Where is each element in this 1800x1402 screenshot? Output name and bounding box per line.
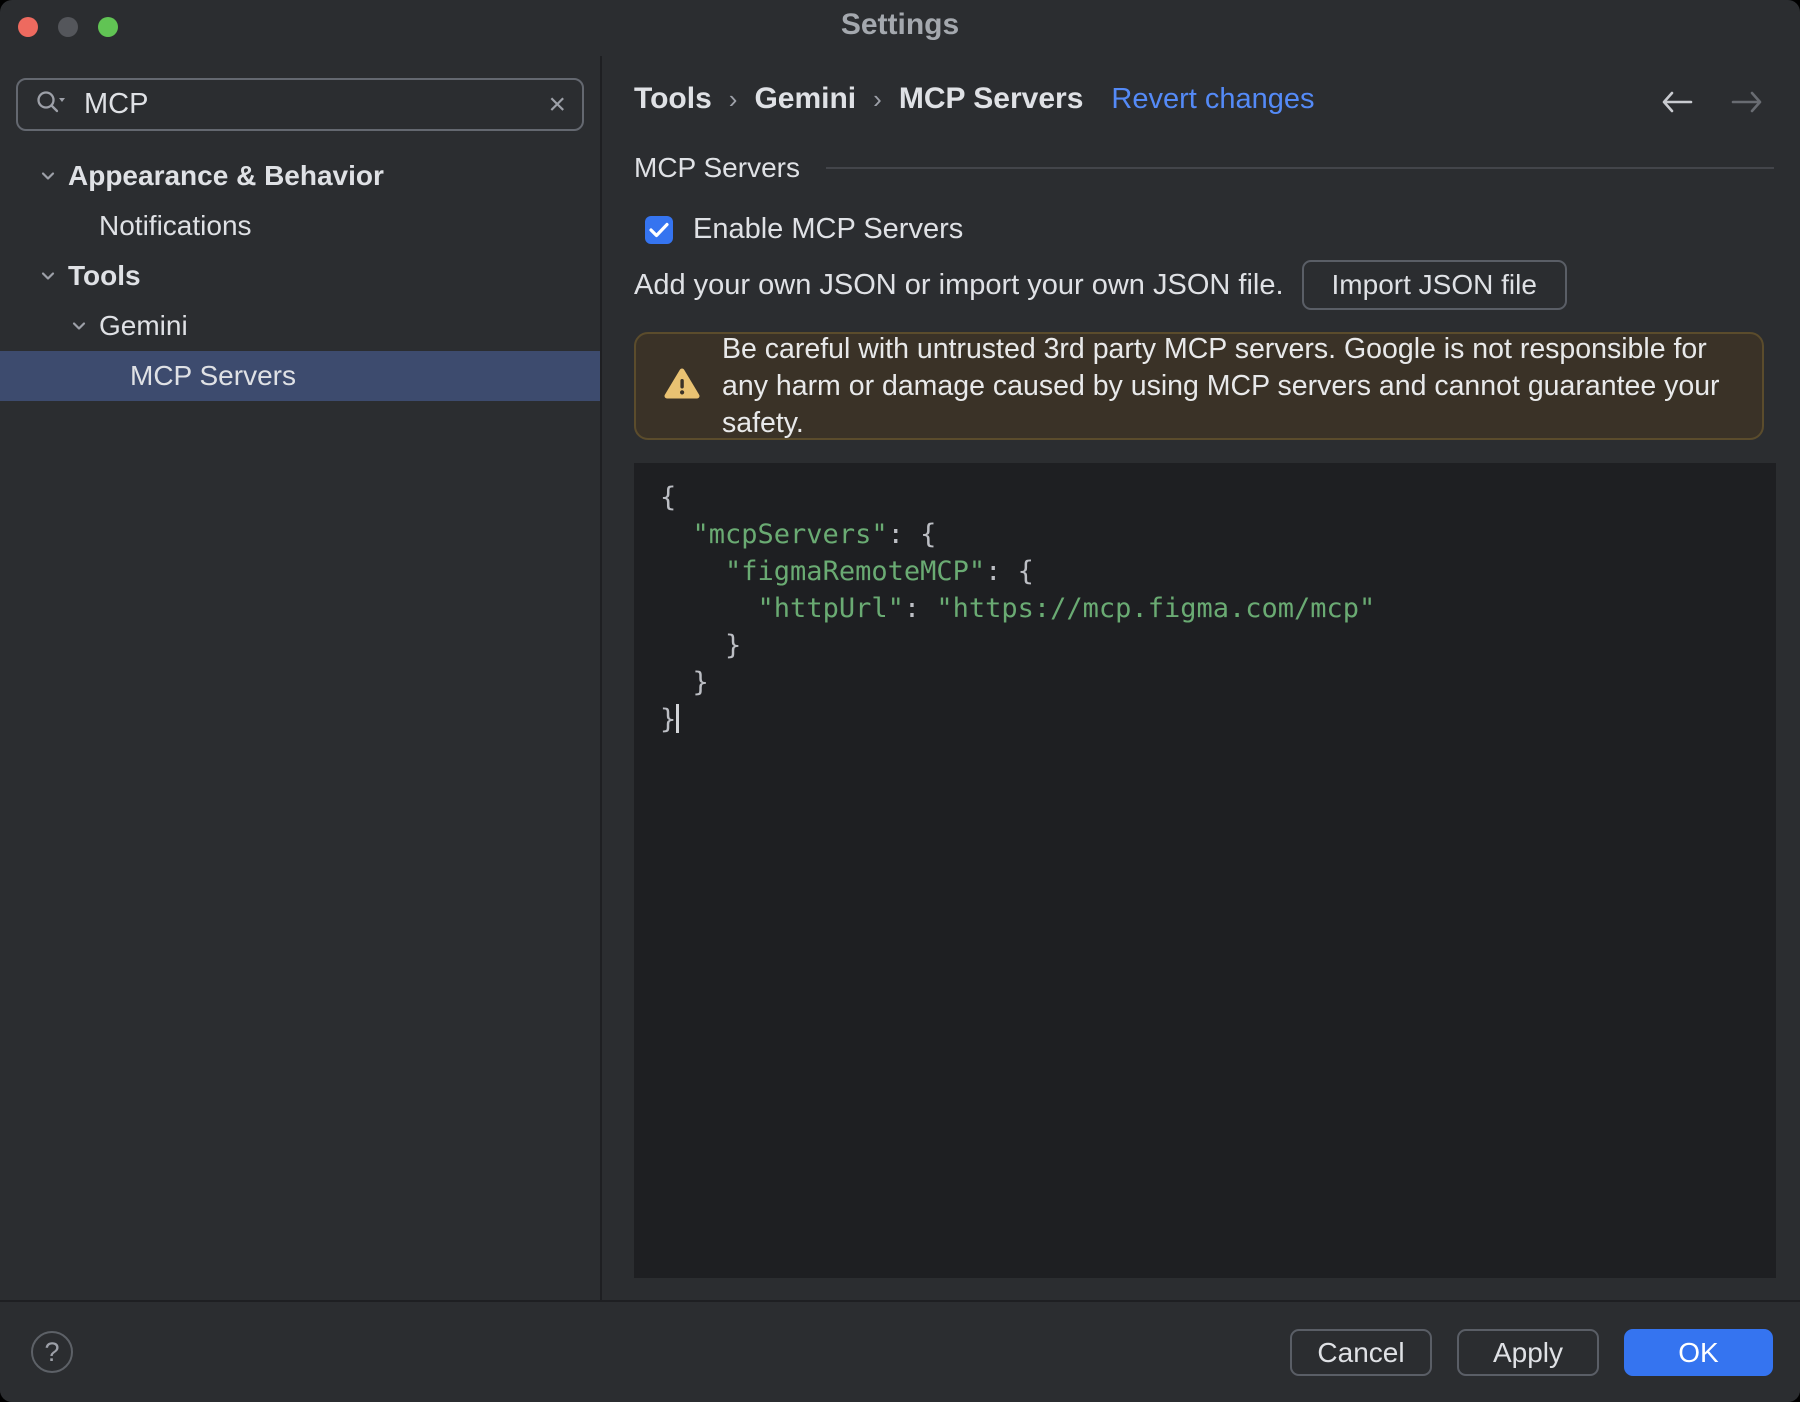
sidebar-item-label: Gemini — [99, 310, 188, 341]
settings-window: Settings × Appearance & Behavior Notifica… — [0, 0, 1800, 1402]
code-line: "mcpServers": { — [692, 519, 937, 550]
clear-search-icon[interactable]: × — [548, 89, 566, 120]
help-icon[interactable]: ? — [31, 1331, 73, 1373]
breadcrumb-tools[interactable]: Tools — [634, 82, 712, 116]
back-arrow-icon[interactable] — [1658, 86, 1698, 125]
sidebar-item-notifications[interactable]: Notifications — [0, 201, 600, 251]
warning-icon — [664, 368, 700, 405]
history-nav — [1658, 86, 1766, 125]
apply-button[interactable]: Apply — [1457, 1329, 1599, 1376]
breadcrumb-gemini[interactable]: Gemini — [754, 82, 856, 116]
titlebar: Settings — [0, 0, 1800, 56]
code-line: } — [660, 630, 742, 661]
cancel-button[interactable]: Cancel — [1290, 1329, 1432, 1376]
sidebar-item-tools[interactable]: Tools — [0, 251, 600, 301]
breadcrumb-separator-icon: › — [873, 83, 882, 114]
json-editor[interactable]: { "mcpServers": { "figmaRemoteMCP": { "h… — [634, 463, 1776, 1278]
sidebar-item-label: Notifications — [99, 210, 252, 241]
revert-changes-link[interactable]: Revert changes — [1111, 83, 1314, 116]
code-line: } — [660, 701, 1776, 738]
code-line: { — [660, 482, 677, 513]
warning-text: Be careful with untrusted 3rd party MCP … — [722, 332, 1720, 439]
settings-sidebar: × Appearance & Behavior Notifications Tool… — [0, 56, 602, 1300]
sidebar-item-label: Appearance & Behavior — [68, 160, 384, 191]
code-line: } — [660, 667, 709, 698]
breadcrumb-separator-icon: › — [728, 83, 738, 114]
code-line: "figmaRemoteMCP": { — [725, 556, 1034, 587]
window-title: Settings — [840, 8, 960, 41]
breadcrumb-mcp-servers[interactable]: MCP Servers — [899, 82, 1084, 116]
section-divider — [825, 167, 1774, 169]
chevron-down-icon[interactable] — [36, 164, 60, 188]
sidebar-item-gemini[interactable]: Gemini — [0, 301, 600, 351]
import-json-button[interactable]: Import JSON file — [1301, 260, 1567, 310]
settings-tree: Appearance & Behavior Notifications Tools G… — [0, 151, 600, 401]
text-caret — [676, 704, 679, 733]
forward-arrow-icon[interactable] — [1726, 86, 1766, 125]
import-json-text: Add your own JSON or import your own JSO… — [634, 268, 1284, 301]
search-input[interactable] — [82, 87, 549, 122]
sidebar-item-appearance-behavior[interactable]: Appearance & Behavior — [0, 151, 600, 201]
chevron-down-icon[interactable] — [67, 314, 91, 338]
chevron-down-icon[interactable] — [36, 264, 60, 288]
sidebar-item-mcp-servers[interactable]: MCP Servers — [0, 351, 600, 401]
section-title: MCP Servers — [634, 152, 800, 183]
dialog-footer: ? Cancel Apply OK — [0, 1300, 1800, 1402]
settings-search-box[interactable]: × — [16, 78, 584, 131]
check-icon — [649, 222, 669, 237]
code-line: "httpUrl": "https://mcp.figma.com/mcp" — [757, 593, 1376, 624]
enable-mcp-checkbox[interactable] — [645, 215, 673, 244]
enable-mcp-label: Enable MCP Servers — [693, 213, 964, 245]
search-icon — [34, 87, 68, 122]
settings-content: Tools › Gemini › MCP Servers Revert chan… — [602, 56, 1800, 1300]
ok-button[interactable]: OK — [1624, 1329, 1773, 1376]
sidebar-item-label: Tools — [68, 260, 141, 291]
warning-banner: Be careful with untrusted 3rd party MCP … — [634, 332, 1764, 440]
breadcrumb: Tools › Gemini › MCP Servers Revert chan… — [634, 82, 1315, 116]
sidebar-item-label: MCP Servers — [130, 360, 296, 391]
